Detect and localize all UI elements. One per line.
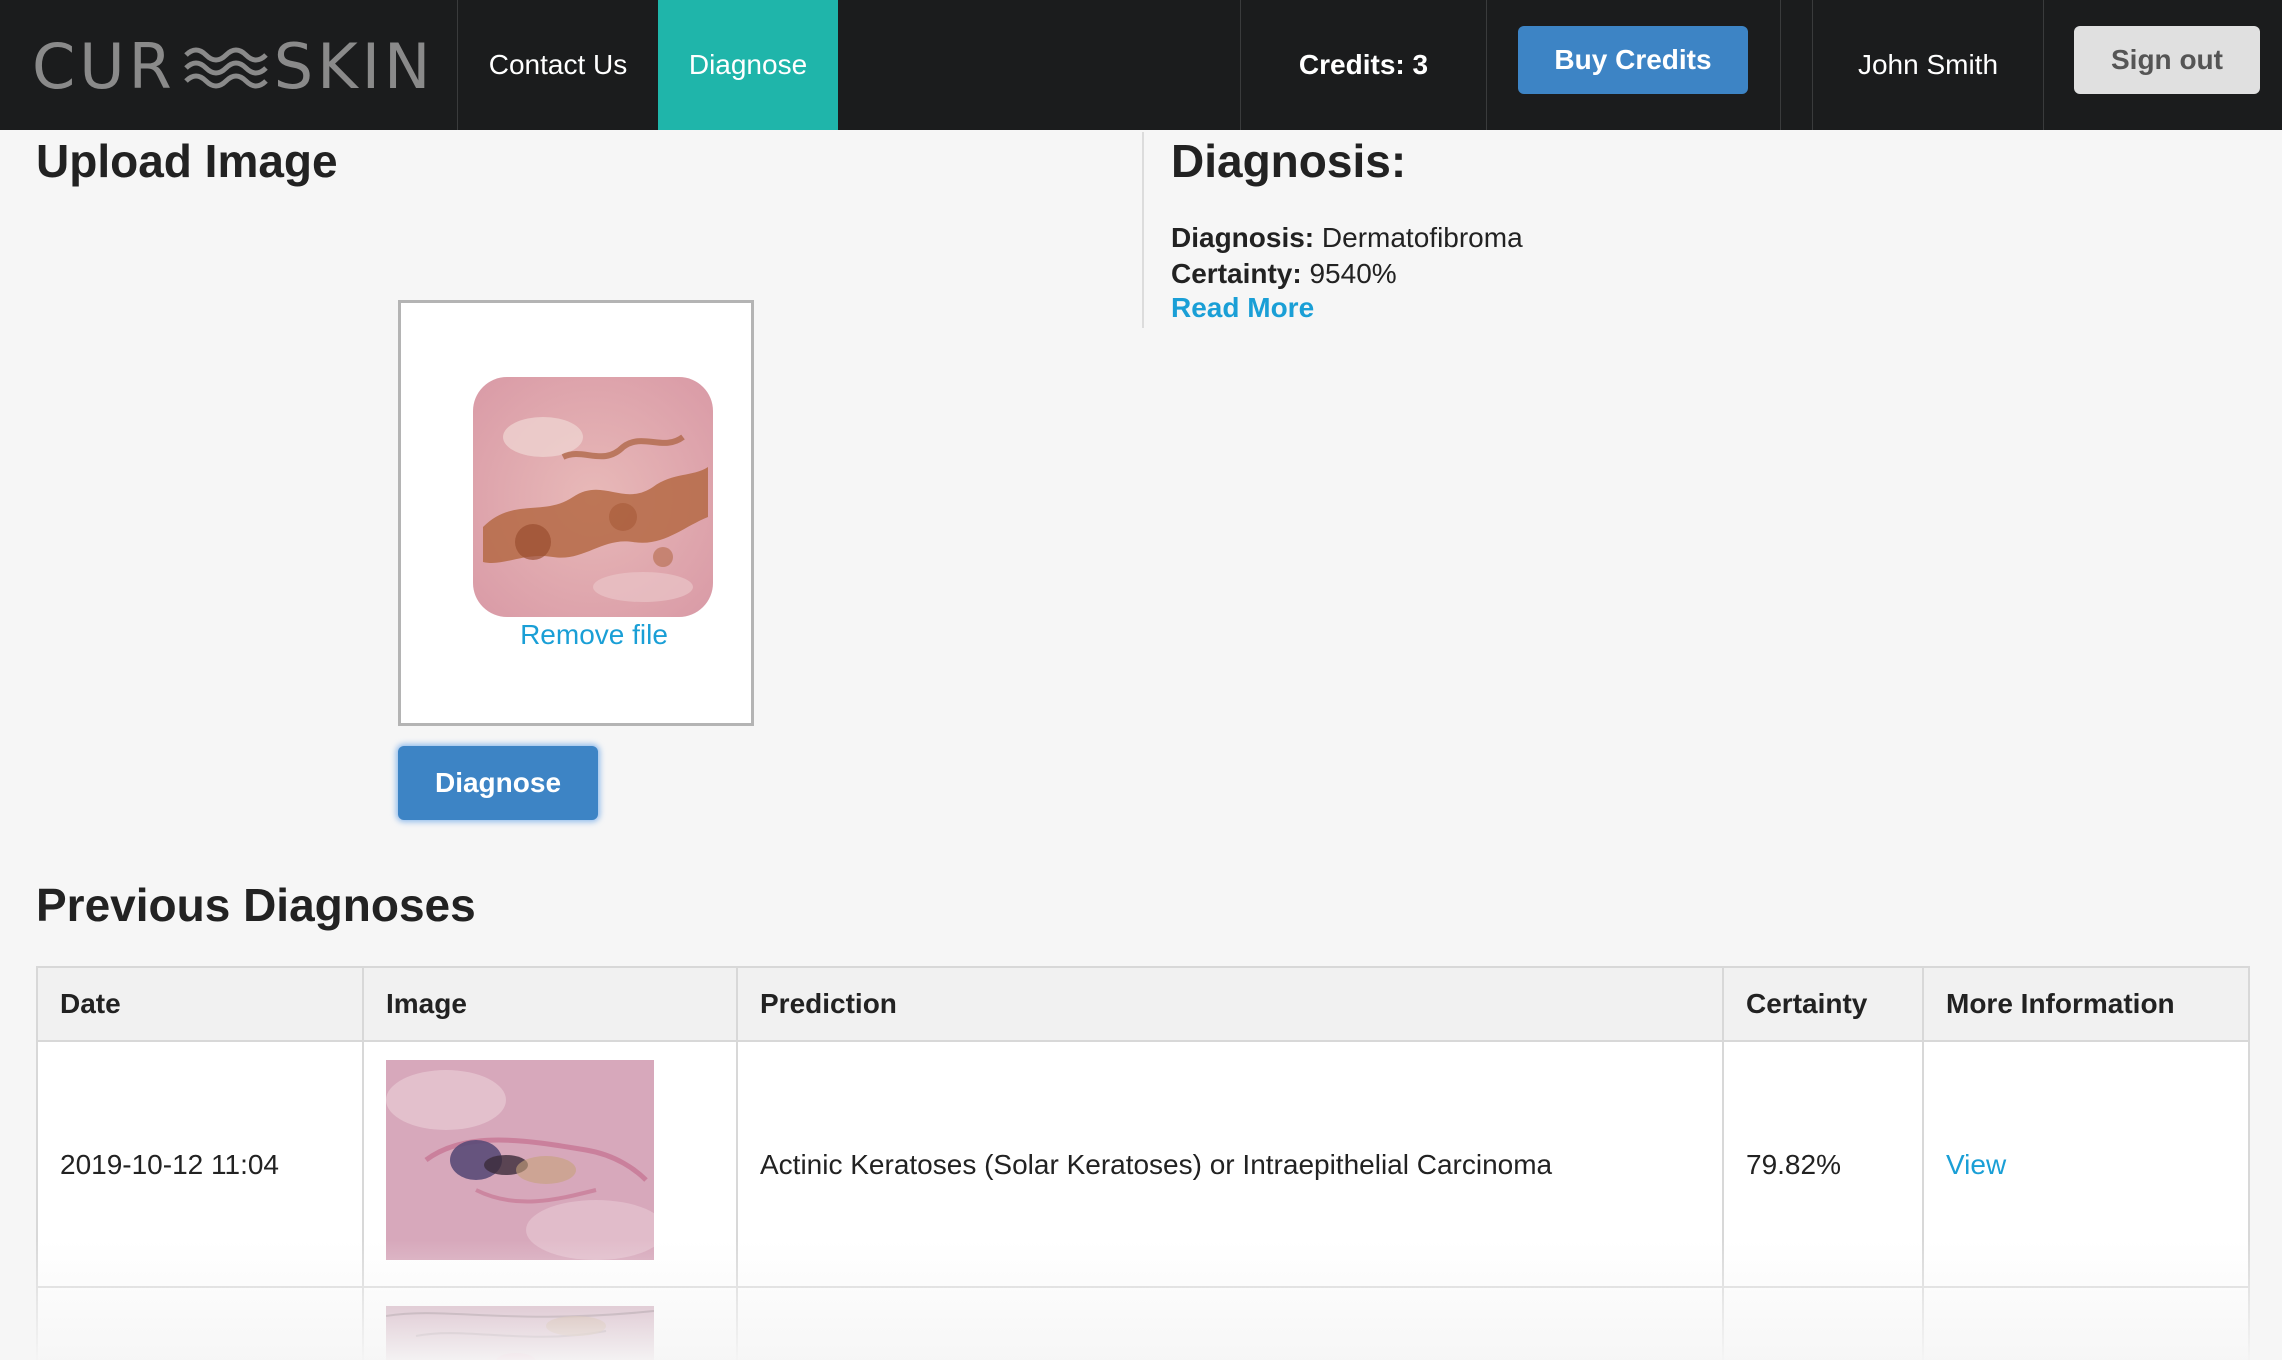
row-image-thumbnail — [386, 1060, 654, 1260]
column-header-prediction: Prediction — [760, 988, 897, 1019]
column-divider — [362, 968, 364, 1360]
column-header-date: Date — [60, 988, 121, 1019]
nav-divider — [1486, 0, 1487, 130]
uploaded-image-preview — [473, 377, 713, 617]
nav-contact-us[interactable]: Contact Us — [458, 0, 658, 130]
certainty-line: Certainty: 9540% — [1171, 258, 1397, 290]
user-name[interactable]: John Smith — [1813, 0, 2043, 130]
nav-divider — [1780, 0, 1781, 130]
upload-dropzone[interactable]: Remove file — [398, 300, 754, 726]
previous-diagnoses-table: Date Image Prediction Certainty More Inf… — [36, 966, 2250, 1360]
logo-text-right: SKIN — [273, 29, 435, 103]
diagnosis-key: Diagnosis: — [1171, 222, 1315, 253]
column-header-more-information: More Information — [1946, 988, 2175, 1019]
diagnosis-line: Diagnosis: Dermatofibroma — [1171, 222, 1523, 254]
row-divider — [38, 1286, 2248, 1288]
diagnosis-value: Dermatofibroma — [1321, 222, 1523, 253]
logo-text-left: CUR — [32, 29, 176, 103]
buy-credits-button[interactable]: Buy Credits — [1518, 26, 1748, 94]
row-date: 2019-10-12 11:04 — [60, 1149, 279, 1180]
sign-out-button[interactable]: Sign out — [2074, 26, 2260, 94]
curaskin-logo[interactable]: CUR SKIN — [32, 26, 434, 106]
remove-file-link[interactable]: Remove file — [401, 619, 751, 651]
row-certainty: 79.82% — [1746, 1149, 1841, 1180]
credits-counter: Credits: 3 — [1298, 49, 1429, 80]
certainty-value: 9540% — [1309, 258, 1397, 289]
certainty-key: Certainty: — [1171, 258, 1302, 289]
column-header-certainty: Certainty — [1746, 988, 1868, 1019]
diagnose-button[interactable]: Diagnose — [398, 746, 598, 820]
row-more-info: View — [1924, 1044, 2006, 1286]
wave-logo-icon — [182, 41, 268, 91]
row-image-thumbnail — [386, 1306, 654, 1360]
nav-diagnose[interactable]: Diagnose — [658, 0, 838, 130]
view-link[interactable]: View — [1946, 1149, 2006, 1181]
column-header-image: Image — [386, 988, 467, 1019]
nav-divider — [2043, 0, 2044, 130]
column-divider — [1142, 132, 1144, 328]
diagnosis-heading: Diagnosis: — [1171, 135, 1407, 187]
read-more-link[interactable]: Read More — [1171, 292, 1314, 324]
row-prediction: Actinic Keratoses (Solar Keratoses) or I… — [760, 1149, 1553, 1180]
top-navbar: CUR SKIN Contact Us Diagnose Credits: 3 … — [0, 0, 2282, 130]
upload-image-heading: Upload Image — [36, 135, 338, 187]
previous-diagnoses-heading: Previous Diagnoses — [36, 879, 476, 931]
